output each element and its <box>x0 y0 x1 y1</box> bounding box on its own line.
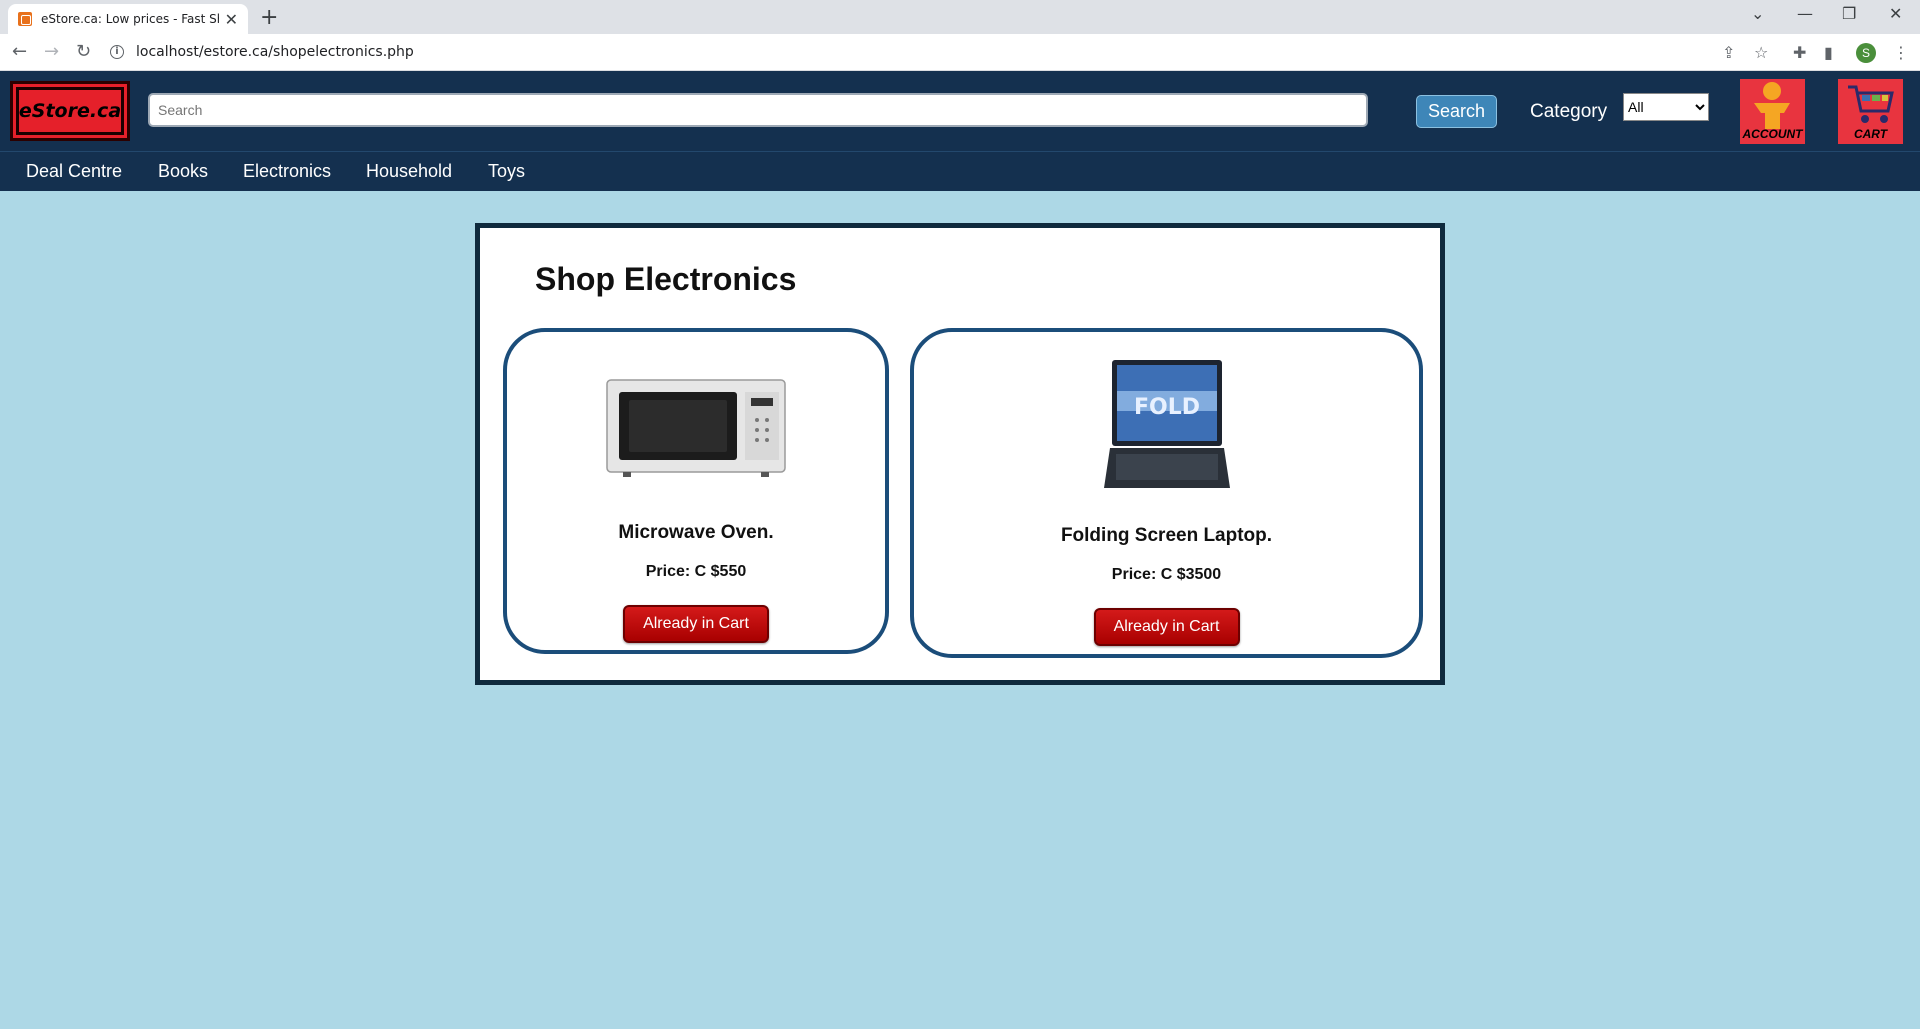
search-input[interactable] <box>148 93 1368 127</box>
browser-tabstrip: eStore.ca: Low prices - Fast Shipping ✕ … <box>0 0 1920 34</box>
cart-button[interactable]: CART <box>1838 79 1903 144</box>
nav-electronics[interactable]: Electronics <box>243 161 331 182</box>
nav-deal-centre[interactable]: Deal Centre <box>26 161 122 182</box>
already-in-cart-button[interactable]: Already in Cart <box>623 605 769 643</box>
side-panel-icon[interactable]: ▮ <box>1824 43 1833 62</box>
site-header: eStore.ca Search Category All ACCOUNT CA… <box>0 71 1920 151</box>
products-panel: Shop Electronics Microwave Oven. Price: … <box>475 223 1445 685</box>
browser-tab[interactable]: eStore.ca: Low prices - Fast Shipping ✕ <box>8 4 248 34</box>
tab-search-icon[interactable]: ⌄ <box>1751 4 1764 23</box>
product-card-laptop: FOLD Folding Screen Laptop. Price: C $35… <box>910 328 1423 658</box>
forward-icon[interactable]: → <box>44 41 59 62</box>
product-price: Price: C $3500 <box>1111 566 1222 583</box>
nav-books[interactable]: Books <box>158 161 208 182</box>
laptop-image: FOLD <box>1103 360 1230 488</box>
account-label: ACCOUNT <box>1742 127 1803 141</box>
product-price: Price: C $550 <box>645 563 747 580</box>
account-button[interactable]: ACCOUNT <box>1740 79 1805 144</box>
svg-text:FOLD: FOLD <box>1133 395 1199 420</box>
restore-icon[interactable]: ❐ <box>1842 4 1856 23</box>
category-label: Category <box>1530 101 1608 122</box>
share-icon[interactable]: ⇪ <box>1722 43 1735 62</box>
profile-avatar[interactable]: S <box>1856 43 1876 63</box>
new-tab-button[interactable]: + <box>260 5 278 30</box>
site-favicon-icon <box>18 12 32 26</box>
product-name[interactable]: Folding Screen Laptop. <box>914 525 1419 547</box>
category-nav: Deal Centre Books Electronics Household … <box>0 151 1920 191</box>
site-logo[interactable]: eStore.ca <box>10 81 130 141</box>
address-bar[interactable]: i localhost/estore.ca/shopelectronics.ph… <box>110 38 1810 66</box>
cart-label: CART <box>1853 127 1888 141</box>
page-title: Shop Electronics <box>535 261 797 297</box>
extensions-icon[interactable]: ✚ <box>1793 43 1806 62</box>
microwave-image <box>606 379 786 477</box>
browser-menu-icon[interactable]: ⋮ <box>1893 43 1909 62</box>
product-name[interactable]: Microwave Oven. <box>507 522 885 544</box>
account-person-icon <box>1754 82 1790 129</box>
browser-toolbar: ← → ↻ i localhost/estore.ca/shopelectron… <box>0 34 1920 71</box>
shopping-cart-icon <box>1848 85 1894 123</box>
logo-text: eStore.ca <box>16 87 124 135</box>
close-window-icon[interactable]: ✕ <box>1889 4 1902 23</box>
tab-title: eStore.ca: Low prices - Fast Shipping <box>41 12 219 26</box>
already-in-cart-button[interactable]: Already in Cart <box>1093 608 1240 646</box>
category-select[interactable]: All <box>1623 93 1709 121</box>
back-icon[interactable]: ← <box>12 41 27 62</box>
product-card-microwave: Microwave Oven. Price: C $550 Already in… <box>503 328 889 654</box>
search-button[interactable]: Search <box>1416 95 1497 128</box>
reload-icon[interactable]: ↻ <box>76 41 91 62</box>
url-text[interactable]: localhost/estore.ca/shopelectronics.php <box>136 44 414 60</box>
minimize-icon[interactable]: — <box>1797 4 1813 23</box>
site-info-icon[interactable]: i <box>110 45 124 59</box>
nav-toys[interactable]: Toys <box>488 161 525 182</box>
nav-household[interactable]: Household <box>366 161 452 182</box>
bookmark-star-icon[interactable]: ☆ <box>1754 43 1768 62</box>
tab-close-icon[interactable]: ✕ <box>225 10 238 29</box>
